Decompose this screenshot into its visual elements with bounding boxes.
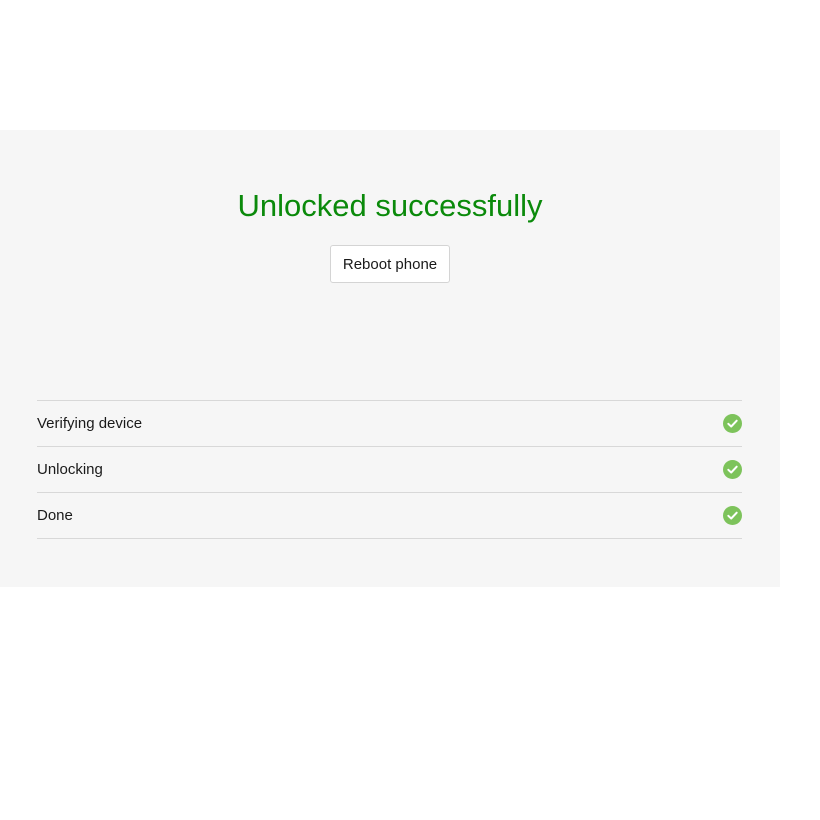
unlock-result-panel: Unlocked successfully Reboot phone Verif… bbox=[0, 130, 780, 587]
check-circle-icon bbox=[723, 460, 742, 479]
reboot-phone-button[interactable]: Reboot phone bbox=[330, 245, 450, 283]
check-circle-icon bbox=[723, 414, 742, 433]
step-unlocking: Unlocking bbox=[37, 447, 742, 493]
status-title: Unlocked successfully bbox=[237, 188, 543, 223]
check-circle-icon bbox=[723, 506, 742, 525]
step-done: Done bbox=[37, 493, 742, 539]
progress-steps-list: Verifying device Unlocking Done bbox=[37, 400, 742, 539]
step-label: Verifying device bbox=[37, 415, 143, 432]
step-verifying-device: Verifying device bbox=[37, 401, 742, 447]
step-label: Unlocking bbox=[37, 461, 103, 478]
step-label: Done bbox=[37, 507, 73, 524]
